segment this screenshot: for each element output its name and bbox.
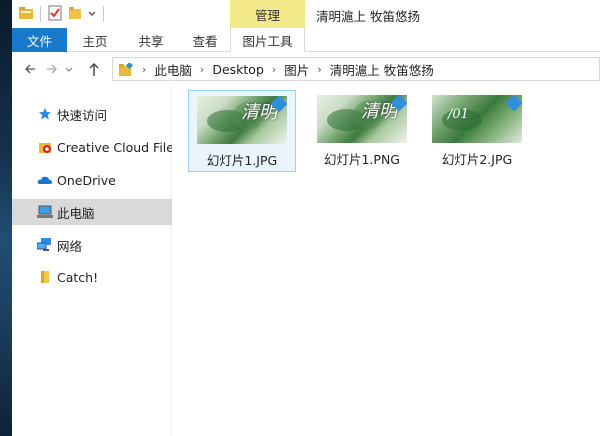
nav-item-label: 快速访问 [57, 107, 108, 123]
explorer-folder-icon[interactable] [18, 5, 34, 24]
nav-item-label: OneDrive [57, 172, 116, 188]
file-item[interactable]: 清明 幻灯片1.PNG [308, 90, 416, 172]
window-title: 清明滬上 牧笛悠扬 [316, 9, 420, 24]
nav-item-label: 网络 [57, 238, 83, 254]
nav-item-label: Catch! [57, 269, 99, 285]
file-explorer-window: 管理 清明滬上 牧笛悠扬 文件 主页 共享 查看 图片工具 › 此电脑 › De… [12, 0, 600, 436]
address-bar[interactable]: › 此电脑 › Desktop › 图片 › 清明滬上 牧笛悠扬 [112, 57, 600, 81]
file-name: 幻灯片1.JPG [206, 153, 278, 168]
thumbnail-slide-number: /01 [448, 107, 469, 122]
creative-cloud-icon [37, 139, 53, 155]
nav-item-catch[interactable]: Catch! [12, 264, 172, 290]
network-icon [37, 237, 53, 253]
customize-toolbar-chevron-icon[interactable] [87, 5, 97, 24]
nav-item-label: Creative Cloud Files [57, 139, 172, 155]
nav-item-onedrive[interactable]: OneDrive [12, 167, 172, 193]
quick-access-toolbar [18, 5, 106, 23]
properties-icon[interactable] [47, 5, 63, 24]
breadcrumb-this-pc[interactable]: 此电脑 [154, 60, 192, 79]
file-item[interactable]: 清明 幻灯片1.JPG [188, 90, 296, 172]
tab-view[interactable]: 查看 [182, 28, 228, 52]
manage-contextual-tab[interactable]: 管理 [230, 0, 305, 28]
file-name: 幻灯片2.JPG [441, 152, 513, 167]
nav-item-creative-cloud-files[interactable]: Creative Cloud Files [12, 134, 172, 160]
breadcrumb-separator-icon[interactable]: › [272, 63, 276, 76]
breadcrumb-separator-icon[interactable]: › [142, 63, 146, 76]
image-thumbnail: /01 [432, 95, 522, 143]
breadcrumb-separator-icon[interactable]: › [200, 63, 204, 76]
tab-file[interactable]: 文件 [12, 28, 67, 52]
toolbar-divider [103, 6, 104, 22]
tab-home[interactable]: 主页 [72, 28, 118, 52]
breadcrumb-desktop[interactable]: Desktop [212, 62, 264, 77]
tab-share[interactable]: 共享 [128, 28, 174, 52]
nav-item-network[interactable]: 网络 [12, 232, 172, 258]
title-bar: 管理 清明滬上 牧笛悠扬 [12, 0, 600, 28]
navigation-pane: 快速访问 Creative Cloud Files OneDrive 此电脑 网… [12, 86, 172, 436]
breadcrumb-separator-icon[interactable]: › [317, 63, 321, 76]
file-name: 幻灯片1.PNG [323, 152, 400, 167]
nav-item-label: 此电脑 [57, 205, 95, 221]
nav-item-this-pc[interactable]: 此电脑 [12, 199, 172, 225]
computer-icon [37, 204, 53, 220]
recent-locations-chevron-icon[interactable] [64, 60, 74, 78]
back-arrow-icon[interactable] [22, 60, 38, 78]
navigation-bar: › 此电脑 › Desktop › 图片 › 清明滬上 牧笛悠扬 [12, 52, 600, 86]
image-thumbnail: 清明 [197, 96, 287, 144]
file-list-area: 清明 幻灯片1.JPG 清明 幻灯片1.PNG /01 幻灯片2.JPG [173, 86, 600, 436]
tab-picture-tools[interactable]: 图片工具 [230, 28, 305, 52]
file-item[interactable]: /01 幻灯片2.JPG [423, 90, 531, 172]
onedrive-cloud-icon [37, 172, 53, 188]
up-arrow-icon[interactable] [86, 60, 102, 78]
thumbnail-corner-mark-icon [505, 95, 522, 112]
folder-icon [37, 269, 53, 285]
star-icon [37, 106, 53, 122]
ribbon-tabs: 文件 主页 共享 查看 图片工具 [12, 28, 600, 52]
forward-arrow-icon[interactable] [44, 60, 60, 78]
breadcrumb-pictures[interactable]: 图片 [284, 60, 309, 79]
breadcrumb-current-folder[interactable]: 清明滬上 牧笛悠扬 [330, 60, 434, 79]
new-folder-icon[interactable] [67, 5, 83, 24]
image-thumbnail: 清明 [317, 95, 407, 143]
toolbar-divider [40, 6, 41, 22]
location-folder-icon [118, 61, 134, 76]
desktop-background [0, 0, 12, 436]
nav-item-quick-access[interactable]: 快速访问 [12, 101, 172, 127]
